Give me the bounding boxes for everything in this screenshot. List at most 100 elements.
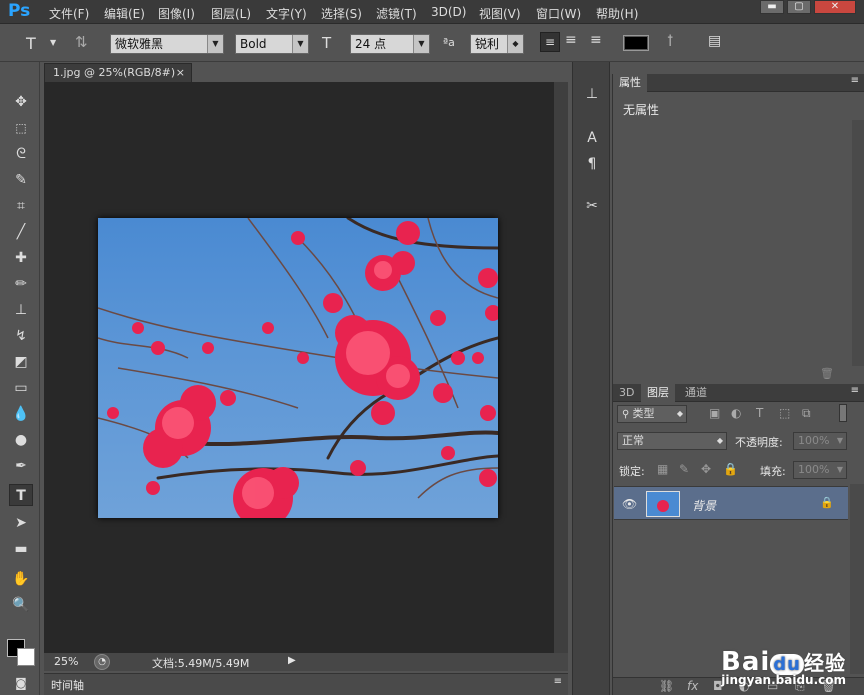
menu-3d[interactable]: 3D(D) [431,5,466,19]
menu-type[interactable]: 文字(Y) [266,5,307,22]
layer-name[interactable]: 背景 [692,497,716,514]
quick-mask-icon[interactable]: ◙ [9,672,33,694]
font-size-select[interactable]: 24 点 ▼ [350,34,430,54]
share-icon[interactable]: ◔ [94,654,110,670]
menu-layer[interactable]: 图层(L) [211,5,251,22]
chevron-down-icon: ▼ [292,35,308,53]
maximize-button[interactable]: ▢ [787,0,811,14]
tab-3d[interactable]: 3D [613,384,640,402]
antialias-select[interactable]: 锐利 ◆ [470,34,524,54]
lock-pixels-icon[interactable]: ✎ [679,462,689,476]
paw-icon: du [770,654,804,675]
eraser-tool-icon[interactable]: ◩ [9,351,33,373]
chevron-down-icon[interactable]: ▼ [50,38,56,47]
close-tab-icon[interactable]: × [176,64,185,82]
trash-icon[interactable]: 🗑 [820,367,834,380]
filter-pixel-icon[interactable]: ▣ [709,406,720,420]
tab-layers[interactable]: 图层 [641,384,675,402]
fill-input[interactable]: 100% ▼ [793,461,847,479]
menu-help[interactable]: 帮助(H) [596,5,638,22]
opacity-input[interactable]: 100% ▼ [793,432,847,450]
visibility-eye-icon[interactable]: 👁 [622,497,637,511]
type-tool-preset-icon[interactable]: T [26,34,36,53]
lock-all-icon[interactable]: 🔒 [723,462,738,476]
menu-edit[interactable]: 编辑(E) [104,5,145,22]
panel-menu-icon[interactable]: ≡ [851,75,859,86]
brush-presets-icon[interactable]: ⊥ [582,86,602,106]
properties-content: 无属性 [623,103,660,117]
lock-transparent-icon[interactable]: ▦ [657,462,668,476]
chevron-down-icon: ◆ [507,35,523,53]
document-tab[interactable]: 1.jpg @ 25%(RGB/8#) × [44,63,192,82]
layer-filter-select[interactable]: ⚲ 类型 ◆ [617,405,687,423]
text-orientation-icon[interactable]: ⇅ [75,33,88,51]
align-left-icon[interactable]: ≡ [540,32,560,52]
document-image[interactable] [98,218,498,518]
paragraph-icon[interactable]: ¶ [582,156,602,176]
dodge-tool-icon[interactable]: ● [9,429,33,451]
filter-type-icon[interactable]: T [756,406,763,420]
blur-tool-icon[interactable]: 💧 [9,403,33,425]
type-tool-icon[interactable]: T [9,484,33,506]
marquee-tool-icon[interactable]: ⬚ [9,117,33,139]
close-button[interactable]: ✕ [814,0,856,14]
history-brush-tool-icon[interactable]: ↯ [9,325,33,347]
quick-select-tool-icon[interactable]: ✎ [9,169,33,191]
layer-row[interactable]: 👁 背景 🔒 [614,486,848,520]
text-color-swatch[interactable] [623,35,649,51]
document-tab-title: 1.jpg @ 25%(RGB/8#) [53,66,176,79]
align-right-icon[interactable]: ≡ [590,32,602,48]
font-family-select[interactable]: 微软雅黑 ▼ [110,34,224,54]
tab-channels[interactable]: 通道 [679,384,713,402]
status-menu-arrow-icon[interactable]: ▶ [288,655,296,666]
panel-menu-icon[interactable]: ≡ [851,385,859,396]
tab-properties[interactable]: 属性 [613,74,647,92]
filter-smart-object-icon[interactable]: ⧉ [802,406,811,421]
fx-icon[interactable]: fx [687,679,698,693]
brush-tool-icon[interactable]: ✏ [9,273,33,295]
timeline-tab[interactable]: 时间轴 [51,677,84,693]
watermark-suffix: 经验 [804,651,846,675]
panel-menu-icon[interactable]: ≡ [554,676,562,687]
font-style-value: Bold [240,37,267,51]
blend-mode-select[interactable]: 正常 ◆ [617,432,727,450]
filter-shape-icon[interactable]: ⬚ [779,406,790,420]
gradient-tool-icon[interactable]: ▭ [9,377,33,399]
menu-view[interactable]: 视图(V) [479,5,521,22]
chevron-down-icon: ◆ [676,409,683,418]
lock-position-icon[interactable]: ✥ [701,462,711,476]
menu-image[interactable]: 图像(I) [158,5,195,22]
healing-brush-tool-icon[interactable]: ✚ [9,247,33,269]
eyedropper-tool-icon[interactable]: ╱ [9,221,33,243]
hand-tool-icon[interactable]: ✋ [9,568,33,590]
filter-toggle-icon[interactable] [839,404,847,422]
link-layers-icon[interactable]: ⛓ [659,679,674,693]
align-center-icon[interactable]: ≡ [565,32,577,48]
text-color-fill [625,37,647,49]
toolbar: ✥ ⬚ ᘓ ✎ ⌗ ╱ ✚ ✏ ⊥ ↯ ◩ ▭ 💧 ● ✒ T ➤ ▬ ✋ 🔍 … [0,62,40,695]
character-panel-icon[interactable]: ▤ [708,33,721,49]
pen-tool-icon[interactable]: ✒ [9,455,33,477]
rectangle-tool-icon[interactable]: ▬ [9,538,33,560]
tools-icon[interactable]: ✂ [582,198,602,218]
menu-file[interactable]: 文件(F) [49,5,89,22]
clone-stamp-tool-icon[interactable]: ⊥ [9,299,33,321]
move-tool-icon[interactable]: ✥ [9,91,33,113]
menu-filter[interactable]: 滤镜(T) [376,5,417,22]
layers-scrollbar[interactable] [850,484,864,674]
zoom-level[interactable]: 25% [54,655,78,668]
crop-tool-icon[interactable]: ⌗ [9,195,33,217]
zoom-tool-icon[interactable]: 🔍 [9,594,33,616]
warp-text-icon[interactable]: ꝉ [667,32,673,50]
menu-window[interactable]: 窗口(W) [536,5,581,22]
background-color-swatch[interactable] [17,648,35,666]
path-select-tool-icon[interactable]: ➤ [9,512,33,534]
menu-select[interactable]: 选择(S) [321,5,362,22]
vertical-scrollbar[interactable] [554,82,568,653]
minimize-button[interactable]: ▬ [760,0,784,14]
character-icon[interactable]: A [582,130,602,150]
font-style-select[interactable]: Bold ▼ [235,34,309,54]
filter-adjustment-icon[interactable]: ◐ [731,406,741,420]
lasso-tool-icon[interactable]: ᘓ [9,143,33,165]
properties-scrollbar[interactable] [852,120,864,366]
